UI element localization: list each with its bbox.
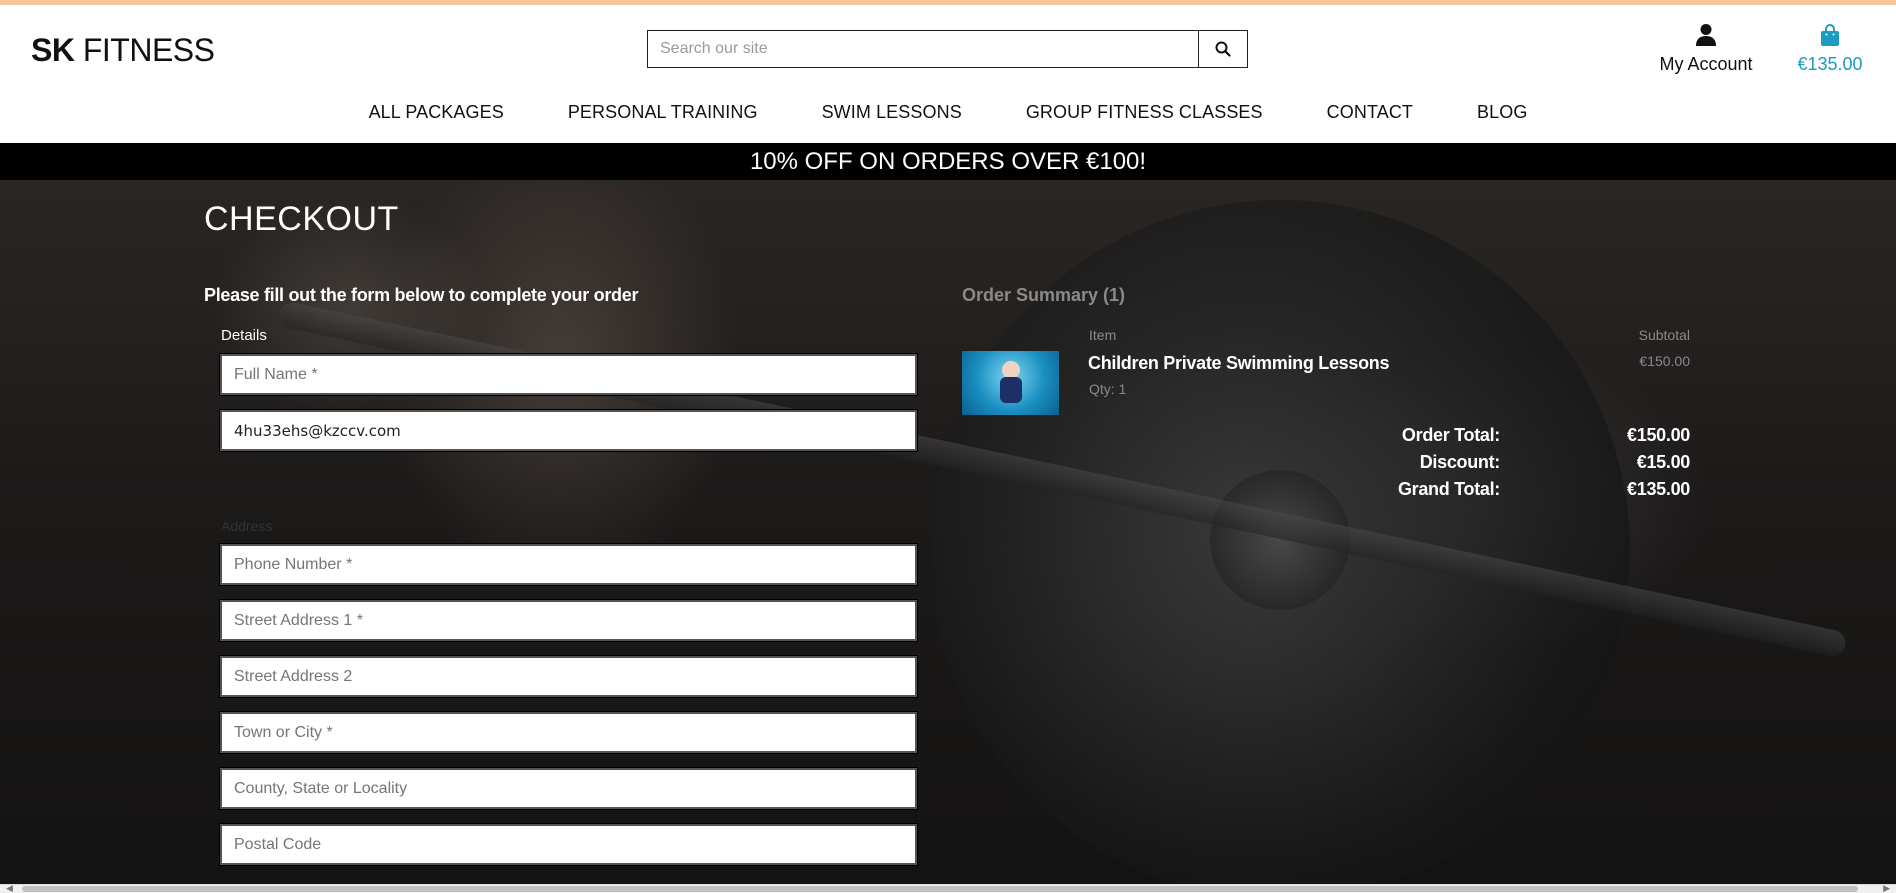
details-legend: Details [221,327,267,344]
discount-value: €15.00 [1636,452,1691,472]
form-intro: Please fill out the form below to comple… [204,285,639,305]
nav-personal-training[interactable]: PERSONAL TRAINING [536,102,790,123]
search-form [647,30,1248,68]
cart-total: €135.00 [1797,54,1863,74]
address-legend: Address [221,518,273,534]
horizontal-scrollbar[interactable]: ◀ ▶ [0,883,1896,893]
search-icon [1215,41,1231,57]
swimmer-body-graphic [1000,377,1022,403]
my-account-link[interactable]: My Account [1652,23,1760,75]
order-totals: Order Total: €150.00 Discount: €15.00 Gr… [1300,422,1690,503]
my-account-label: My Account [1659,54,1753,74]
subtotal-column-header: Subtotal [1638,327,1690,343]
item-column-header: Item [1089,327,1117,343]
shopping-bag-icon [1821,24,1839,46]
order-total-value: €150.00 [1627,425,1690,445]
order-summary-title: Order Summary (1) [962,285,1126,305]
search-input[interactable] [648,31,1198,67]
order-total-row: Order Total: €150.00 [1300,422,1690,449]
nav-group-fitness-classes[interactable]: GROUP FITNESS CLASSES [994,102,1295,123]
full-name-field[interactable] [220,354,917,395]
user-icon [1696,24,1716,46]
postal-code-field[interactable] [220,824,917,865]
nav-contact[interactable]: CONTACT [1295,102,1445,123]
logo-light: FITNESS [82,32,215,68]
page-title: CHECKOUT [204,200,399,238]
county-field[interactable] [220,768,917,809]
discount-row: Discount: €15.00 [1300,449,1691,476]
phone-number-field[interactable] [220,544,917,585]
logo-bold: SK [31,32,75,68]
product-subtotal: €150.00 [1639,353,1690,369]
nav-swim-lessons[interactable]: SWIM LESSONS [790,102,994,123]
product-quantity: Qty: 1 [1089,381,1127,397]
search-button[interactable] [1198,31,1247,67]
product-name: Children Private Swimming Lessons [1088,353,1390,373]
nav-blog[interactable]: BLOG [1445,102,1559,123]
cart-link[interactable]: €135.00 [1790,23,1870,75]
email-field[interactable]: 4hu33ehs@kzccv.com [220,410,917,451]
discount-label: Discount: [1419,452,1501,472]
street-address-2-field[interactable] [220,656,917,697]
order-total-label: Order Total: [1401,425,1500,445]
main-navigation: ALL PACKAGES PERSONAL TRAINING SWIM LESS… [0,102,1896,123]
promo-banner: 10% OFF ON ORDERS OVER €100! [0,143,1896,180]
grand-total-row: Grand Total: €135.00 [1300,476,1690,503]
grand-total-value: €135.00 [1627,479,1690,499]
scrollbar-thumb[interactable] [22,886,1858,892]
site-header: SK FITNESS My Account €135.00 ALL PACKAG… [0,5,1896,143]
town-or-city-field[interactable] [220,712,917,753]
product-image [962,351,1059,415]
scroll-left-icon[interactable]: ◀ [6,883,13,893]
site-logo[interactable]: SK FITNESS [31,32,215,69]
grand-total-label: Grand Total: [1397,479,1500,499]
nav-all-packages[interactable]: ALL PACKAGES [337,102,536,123]
street-address-1-field[interactable] [220,600,917,641]
scroll-right-icon[interactable]: ▶ [1883,883,1890,893]
